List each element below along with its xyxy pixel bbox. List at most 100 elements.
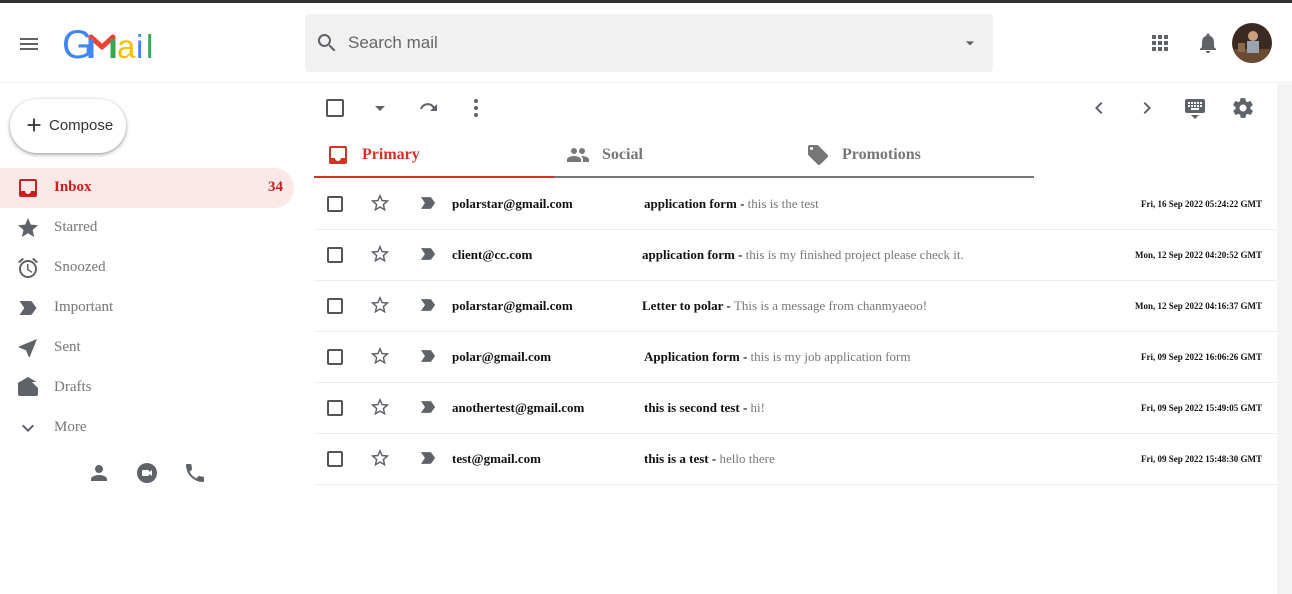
star-outline-icon[interactable]	[369, 192, 391, 214]
search-input[interactable]	[348, 26, 948, 60]
email-snippet: this is my finished project please check…	[745, 247, 964, 262]
account-avatar[interactable]	[1232, 23, 1272, 63]
app-header: G a i l	[0, 3, 1292, 83]
email-sender: polar@gmail.com	[452, 349, 552, 364]
star-outline-icon[interactable]	[369, 396, 391, 418]
email-subject: application form	[644, 196, 737, 211]
email-snippet: this is my job application form	[750, 349, 911, 364]
svg-text:G: G	[62, 25, 93, 65]
compose-button[interactable]: Compose	[10, 99, 126, 153]
email-row[interactable]: anothertest@gmail.com this is second tes…	[314, 383, 1277, 434]
draft-icon	[18, 377, 38, 396]
email-sender: anothertest@gmail.com	[452, 400, 585, 415]
plus-icon	[27, 118, 41, 132]
row-checkbox[interactable]	[327, 298, 343, 314]
chevron-left-icon[interactable]	[1087, 96, 1111, 120]
tab-label: Promotions	[842, 146, 921, 163]
email-message: this is a test - hello there	[644, 451, 775, 467]
email-snippet: hello there	[719, 451, 775, 466]
sidebar-item-label: Sent	[54, 339, 81, 355]
email-sender: client@cc.com	[452, 247, 533, 262]
star-outline-icon[interactable]	[369, 294, 391, 316]
meet-video-icon[interactable]	[135, 461, 159, 485]
email-snippet: hi!	[750, 400, 765, 415]
email-message: this is second test - hi!	[644, 400, 765, 416]
subject-separator: -	[723, 298, 734, 313]
sidebar-item-drafts[interactable]: Drafts	[0, 368, 294, 408]
row-checkbox[interactable]	[327, 196, 343, 212]
contacts-person-icon[interactable]	[87, 461, 111, 485]
important-marker-icon[interactable]	[418, 244, 438, 264]
row-checkbox[interactable]	[327, 349, 343, 365]
tab-social[interactable]: Social	[554, 132, 794, 178]
sidebar-item-starred[interactable]: Starred	[0, 208, 294, 248]
email-date: Fri, 09 Sep 2022 15:48:30 GMT	[1141, 454, 1262, 464]
keyboard-icon[interactable]	[1183, 96, 1207, 120]
email-row[interactable]: polar@gmail.com Application form - this …	[314, 332, 1277, 383]
important-marker-icon[interactable]	[418, 397, 438, 417]
sidebar-item-more[interactable]: More	[0, 408, 294, 448]
sidebar-item-label: More	[54, 419, 87, 435]
email-row[interactable]: client@cc.com application form - this is…	[314, 230, 1277, 281]
sidebar-item-label: Drafts	[54, 379, 92, 395]
chevron-right-icon[interactable]	[1135, 96, 1159, 120]
tab-primary[interactable]: Primary	[314, 132, 554, 178]
email-subject: Letter to polar	[642, 298, 724, 313]
important-marker-icon[interactable]	[418, 295, 438, 315]
svg-text:l: l	[146, 28, 153, 65]
tab-label: Social	[602, 146, 643, 163]
row-checkbox[interactable]	[327, 451, 343, 467]
avatar-photo	[1232, 23, 1272, 63]
sidebar-item-sent[interactable]: Sent	[0, 328, 294, 368]
subject-separator: -	[739, 400, 751, 415]
select-dropdown-icon[interactable]	[368, 96, 392, 120]
tab-promotions[interactable]: Promotions	[794, 132, 1034, 178]
search-bar	[305, 14, 993, 72]
clock-icon	[18, 257, 38, 278]
sidebar-item-important[interactable]: Important	[0, 288, 294, 328]
email-row[interactable]: polarstar@gmail.com application form - t…	[314, 179, 1277, 230]
important-marker-icon[interactable]	[418, 193, 438, 213]
sidebar-item-inbox[interactable]: Inbox 34	[0, 168, 294, 208]
chevron-down-icon	[22, 424, 34, 432]
more-vertical-icon[interactable]	[464, 96, 488, 120]
inbox-icon	[329, 146, 347, 164]
apps-grid-icon[interactable]	[1148, 31, 1172, 55]
star-outline-icon[interactable]	[369, 345, 391, 367]
people-icon	[567, 148, 589, 162]
important-marker-icon[interactable]	[418, 346, 438, 366]
sidebar-item-label: Inbox	[54, 179, 92, 195]
svg-text:i: i	[136, 28, 143, 65]
email-row[interactable]: polarstar@gmail.com Letter to polar - Th…	[314, 281, 1277, 332]
email-subject: Application form	[644, 349, 740, 364]
sidebar-item-label: Snoozed	[54, 259, 106, 275]
row-checkbox[interactable]	[327, 247, 343, 263]
refresh-icon[interactable]	[416, 96, 440, 120]
star-outline-icon[interactable]	[369, 447, 391, 469]
email-row[interactable]: test@gmail.com this is a test - hello th…	[314, 434, 1277, 485]
subject-separator: -	[739, 349, 751, 364]
important-marker-icon[interactable]	[418, 448, 438, 468]
notifications-bell-icon[interactable]	[1196, 31, 1220, 55]
search-icon[interactable]	[315, 31, 339, 55]
search-options-icon[interactable]	[960, 33, 980, 53]
row-checkbox[interactable]	[327, 400, 343, 416]
label-icon	[19, 301, 37, 315]
email-subject: this is second test	[644, 400, 740, 415]
email-snippet: This is a message from chanmyaeoo!	[733, 298, 928, 313]
gmail-logo[interactable]: G a i l	[62, 25, 160, 65]
settings-gear-icon[interactable]	[1231, 96, 1255, 120]
star-outline-icon[interactable]	[369, 243, 391, 265]
email-message: application form - this is the test	[644, 196, 819, 212]
menu-icon[interactable]	[17, 32, 41, 56]
email-date: Fri, 16 Sep 2022 05:24:22 GMT	[1141, 199, 1262, 209]
sidebar-item-label: Starred	[54, 219, 98, 235]
sidebar-item-label: Important	[54, 299, 114, 315]
vertical-scrollbar[interactable]	[1277, 84, 1292, 594]
select-all-checkbox[interactable]	[326, 99, 344, 117]
compose-label: Compose	[49, 117, 114, 134]
sidebar-item-snoozed[interactable]: Snoozed	[0, 248, 294, 288]
subject-separator: -	[736, 196, 748, 211]
phone-icon[interactable]	[183, 461, 207, 485]
email-subject: application form	[642, 247, 735, 262]
